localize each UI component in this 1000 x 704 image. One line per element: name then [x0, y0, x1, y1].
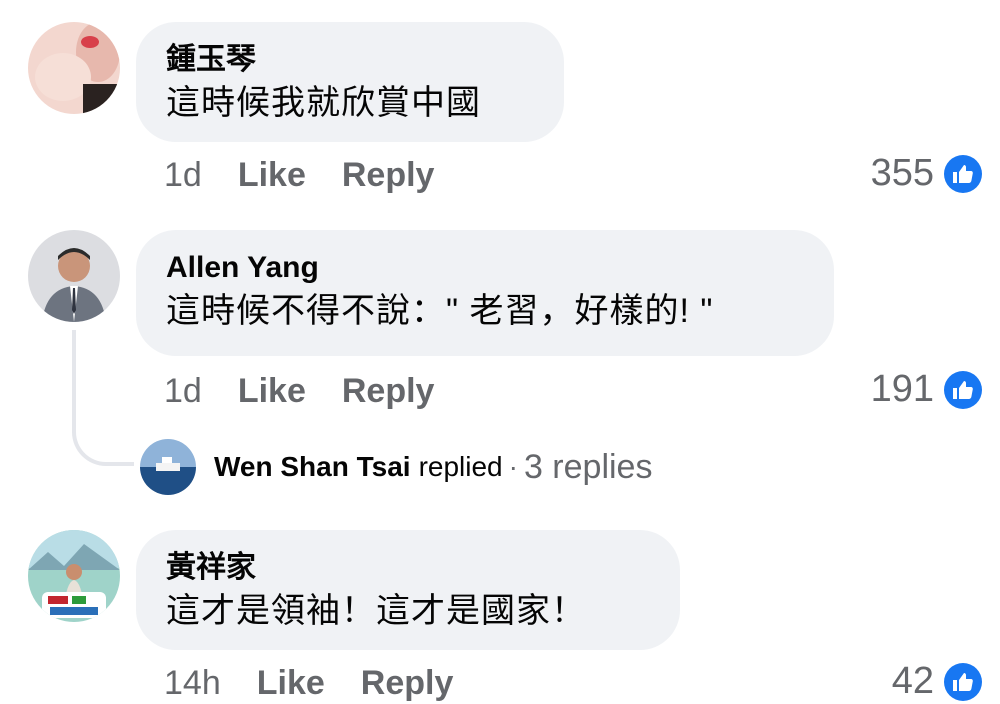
comment-author[interactable]: Allen Yang	[166, 250, 804, 286]
avatar[interactable]	[28, 230, 120, 322]
comment-bubble: 黃祥家 這才是領袖！這才是國家！	[136, 530, 680, 650]
replier-name[interactable]: Wen Shan Tsai	[214, 451, 411, 483]
reaction-count[interactable]: 355	[871, 152, 982, 195]
reply-button[interactable]: Reply	[361, 664, 454, 703]
replier-avatar	[140, 439, 196, 495]
comment-time[interactable]: 1d	[164, 372, 202, 411]
comment-bubble: Allen Yang 這時候不得不說：" 老習，好樣的! "	[136, 230, 834, 356]
comment-bubble: 鍾玉琴 這時候我就欣賞中國	[136, 22, 564, 142]
reaction-count[interactable]: 42	[892, 660, 982, 703]
reaction-count-value: 42	[891, 660, 934, 702]
like-button[interactable]: Like	[238, 156, 306, 195]
comment-time[interactable]: 1d	[164, 156, 202, 195]
reaction-count[interactable]: 191	[871, 368, 982, 411]
reaction-count-value: 355	[870, 152, 934, 194]
replied-text: replied	[418, 451, 503, 482]
comment-text: 這時候我就欣賞中國	[166, 84, 481, 122]
comment-actions: 1d Like Reply	[164, 156, 470, 195]
comment-text: 這時候不得不說：" 老習，好樣的! "	[166, 292, 714, 330]
view-replies-link[interactable]: Wen Shan Tsai replied · 3 replies	[140, 438, 652, 496]
thumbs-up-icon	[944, 370, 982, 409]
comment-actions: 14h Like Reply	[164, 664, 489, 703]
thumbs-up-icon	[944, 662, 982, 701]
reply-button[interactable]: Reply	[342, 156, 435, 195]
thread-line	[72, 330, 134, 466]
separator: ·	[508, 451, 518, 482]
avatar[interactable]	[28, 22, 120, 114]
reply-button[interactable]: Reply	[342, 372, 435, 411]
thumbs-up-icon	[944, 154, 982, 193]
comment-actions: 1d Like Reply	[164, 372, 470, 411]
comment-author[interactable]: 鍾玉琴	[166, 42, 534, 78]
comment-text: 這才是領袖！這才是國家！	[166, 592, 586, 630]
like-button[interactable]: Like	[238, 372, 306, 411]
reaction-count-value: 191	[870, 368, 934, 410]
comment-author[interactable]: 黃祥家	[166, 550, 650, 586]
reply-count[interactable]: 3 replies	[524, 448, 653, 487]
comment-time[interactable]: 14h	[164, 664, 221, 703]
like-button[interactable]: Like	[257, 664, 325, 703]
avatar[interactable]	[28, 530, 120, 622]
